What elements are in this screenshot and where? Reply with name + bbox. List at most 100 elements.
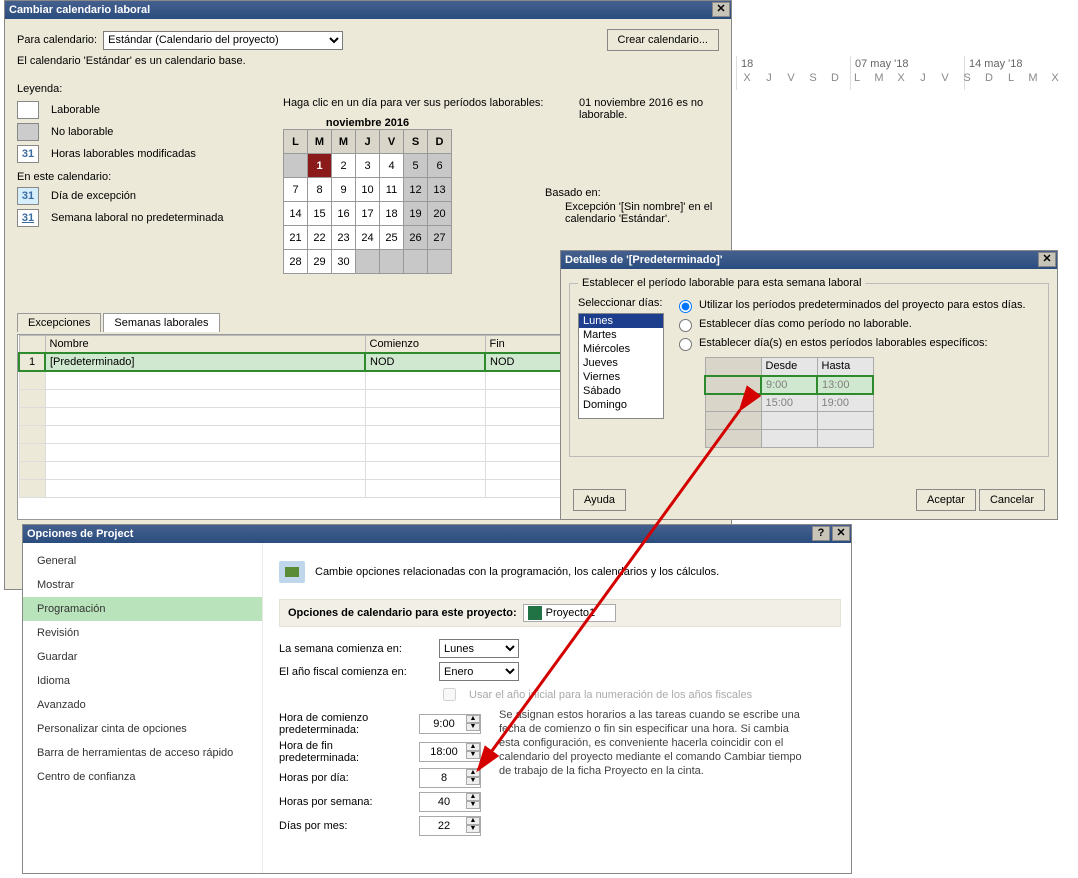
- col-start: Comienzo: [365, 336, 485, 354]
- ok-button[interactable]: Aceptar: [916, 489, 976, 511]
- tab-workweeks[interactable]: Semanas laborales: [103, 313, 219, 332]
- days-list[interactable]: Lunes Martes Miércoles Jueves Viernes Sá…: [578, 313, 664, 419]
- dlg3-title: Opciones de Project: [27, 525, 133, 543]
- end-hour-spinner[interactable]: ▲▼: [419, 742, 481, 762]
- cal-day-sel[interactable]: 1: [308, 154, 332, 178]
- time-row[interactable]: 15:0019:00: [705, 394, 873, 412]
- chevron-up-icon[interactable]: ▲: [466, 793, 480, 801]
- day-miercoles[interactable]: Miércoles: [579, 342, 663, 356]
- radio-specific[interactable]: [679, 338, 692, 351]
- chevron-up-icon[interactable]: ▲: [466, 715, 480, 723]
- chevron-down-icon[interactable]: ▼: [466, 825, 480, 833]
- gantt-day: D: [978, 72, 1000, 84]
- chevron-up-icon[interactable]: ▲: [466, 769, 480, 777]
- nav-advanced[interactable]: Avanzado: [23, 693, 262, 717]
- radio-use-default[interactable]: [679, 300, 692, 313]
- day-jueves[interactable]: Jueves: [579, 356, 663, 370]
- cal-wd: D: [428, 130, 452, 154]
- project-icon: [528, 606, 542, 620]
- day-sabado[interactable]: Sábado: [579, 384, 663, 398]
- fiscal-select[interactable]: Enero: [439, 662, 519, 681]
- legend-work: Laborable: [51, 104, 100, 116]
- tab-exceptions[interactable]: Excepciones: [17, 313, 101, 332]
- dlg1-titlebar[interactable]: Cambiar calendario laboral ✕: [5, 1, 731, 19]
- nav-review[interactable]: Revisión: [23, 621, 262, 645]
- close-icon[interactable]: ✕: [1038, 252, 1056, 267]
- gantt-day: L: [1000, 72, 1022, 84]
- radio-specific-label: Establecer día(s) en estos períodos labo…: [699, 337, 988, 349]
- to-2: 19:00: [817, 394, 873, 412]
- radio-nonworking[interactable]: [679, 319, 692, 332]
- days-month-spinner[interactable]: ▲▼: [419, 816, 481, 836]
- legend-nowork: No laborable: [51, 126, 113, 138]
- day-domingo[interactable]: Domingo: [579, 398, 663, 412]
- gantt-day: S: [802, 72, 824, 84]
- week-start-label: La semana comienza en:: [279, 643, 429, 655]
- nav-ribbon[interactable]: Personalizar cinta de opciones: [23, 717, 262, 741]
- working-times-grid[interactable]: DesdeHasta 9:0013:00 15:0019:00: [704, 357, 874, 448]
- nav-general[interactable]: General: [23, 549, 262, 573]
- gantt-day: V: [934, 72, 956, 84]
- schedule-icon: [279, 561, 305, 583]
- legend-in-this-cal: En este calendario:: [17, 171, 267, 183]
- time-row[interactable]: [705, 412, 873, 430]
- project-select[interactable]: Proyecto1: [523, 604, 617, 622]
- help-button[interactable]: Ayuda: [573, 489, 626, 511]
- gantt-day: M: [1022, 72, 1044, 84]
- nav-lang[interactable]: Idioma: [23, 669, 262, 693]
- dlg2-titlebar[interactable]: Detalles de '[Predeterminado]' ✕: [561, 251, 1057, 269]
- month-calendar[interactable]: noviembre 2016 L M M J V S D 123456 7891…: [283, 117, 452, 274]
- fiscal-chk-label: Usar el año inicial para la numeración d…: [469, 689, 752, 701]
- week-start-select[interactable]: Lunes: [439, 639, 519, 658]
- to-1: 13:00: [817, 376, 873, 394]
- for-calendar-select[interactable]: Estándar (Calendario del proyecto): [103, 31, 343, 50]
- chevron-down-icon[interactable]: ▼: [466, 801, 480, 809]
- close-icon[interactable]: ✕: [832, 526, 850, 541]
- cancel-button[interactable]: Cancelar: [979, 489, 1045, 511]
- dlg2-title: Detalles de '[Predeterminado]': [565, 251, 722, 269]
- nav-display[interactable]: Mostrar: [23, 573, 262, 597]
- day-martes[interactable]: Martes: [579, 328, 663, 342]
- workweek-period-fieldset: Establecer el período laborable para est…: [569, 277, 1049, 457]
- gantt-day: J: [912, 72, 934, 84]
- chevron-up-icon[interactable]: ▲: [466, 743, 480, 751]
- legend-exception: Día de excepción: [51, 190, 136, 202]
- chevron-down-icon[interactable]: ▼: [466, 723, 480, 731]
- dlg3-titlebar[interactable]: Opciones de Project ? ✕: [23, 525, 851, 543]
- base-calendar-note: El calendario 'Estándar' es un calendari…: [17, 55, 719, 67]
- chevron-down-icon[interactable]: ▼: [466, 777, 480, 785]
- chevron-up-icon[interactable]: ▲: [466, 817, 480, 825]
- hours-day-spinner[interactable]: ▲▼: [419, 768, 481, 788]
- cal-wd: L: [284, 130, 308, 154]
- gantt-day: X: [890, 72, 912, 84]
- hours-week-label: Horas por semana:: [279, 796, 409, 808]
- start-hour-spinner[interactable]: ▲▼: [419, 714, 481, 734]
- hours-week-spinner[interactable]: ▲▼: [419, 792, 481, 812]
- help-icon[interactable]: ?: [812, 526, 830, 541]
- fiscal-year-checkbox: [443, 688, 456, 701]
- click-hint: Haga clic en un día para ver sus período…: [283, 97, 573, 109]
- nav-qat[interactable]: Barra de herramientas de acceso rápido: [23, 741, 262, 765]
- time-row[interactable]: [705, 430, 873, 448]
- chevron-down-icon[interactable]: ▼: [466, 751, 480, 759]
- nav-trust[interactable]: Centro de confianza: [23, 765, 262, 789]
- cal-wd: S: [404, 130, 428, 154]
- gantt-day: V: [780, 72, 802, 84]
- project-options-dialog: Opciones de Project ? ✕ General Mostrar …: [22, 524, 852, 874]
- gantt-days: X J V S D L M X J V S D L M X: [736, 72, 1078, 84]
- create-calendar-button[interactable]: Crear calendario...: [607, 29, 720, 51]
- details-dialog: Detalles de '[Predeterminado]' ✕ Estable…: [560, 250, 1058, 520]
- row-name: [Predeterminado]: [45, 353, 365, 371]
- time-row[interactable]: 9:0013:00: [705, 376, 873, 394]
- day-viernes[interactable]: Viernes: [579, 370, 663, 384]
- cal-wd: M: [332, 130, 356, 154]
- day-lunes[interactable]: Lunes: [579, 314, 663, 328]
- cal-table[interactable]: L M M J V S D 123456 78910111213 1415161…: [283, 129, 452, 274]
- close-icon[interactable]: ✕: [712, 2, 730, 17]
- nav-schedule[interactable]: Programación: [23, 597, 262, 621]
- legend-nondefault-week: Semana laboral no predeterminada: [51, 212, 223, 224]
- date-status: 01 noviembre 2016 es no laborable.: [579, 97, 731, 121]
- nav-save[interactable]: Guardar: [23, 645, 262, 669]
- gantt-day: D: [824, 72, 846, 84]
- end-hour-label: Hora de fin predeterminada:: [279, 740, 409, 764]
